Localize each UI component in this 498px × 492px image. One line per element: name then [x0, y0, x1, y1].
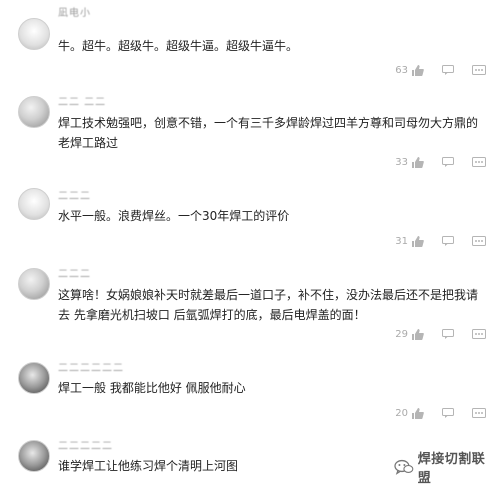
- comment-text: 焊工技术勉强吧，创意不错，一个有三千多焊龄焊过四羊方尊和司母勿大方鼎的老焊工路过: [58, 116, 479, 150]
- more-icon[interactable]: [472, 408, 486, 418]
- more-icon[interactable]: [472, 157, 486, 167]
- avatar[interactable]: [18, 18, 50, 50]
- comment-icon[interactable]: [442, 329, 454, 339]
- username[interactable]: 二二二二二: [58, 437, 113, 452]
- thumbs-up-icon[interactable]: [411, 407, 424, 419]
- avatar[interactable]: [18, 268, 50, 300]
- thumbs-up-icon[interactable]: [411, 328, 424, 340]
- like-count: 33: [395, 156, 408, 168]
- like-count: 29: [395, 328, 408, 340]
- comment-text: 水平一般。浪费焊丝。一个30年焊工的评价: [58, 209, 290, 223]
- avatar[interactable]: [18, 440, 50, 472]
- comment-actions: 20: [388, 405, 486, 421]
- like-count: 63: [395, 64, 408, 76]
- username[interactable]: 凪电小: [58, 4, 91, 19]
- comment-text: 焊工一般 我都能比他好 佩服他耐心: [58, 381, 246, 395]
- comment-icon[interactable]: [442, 65, 454, 75]
- watermark-text: 焊接切割联盟: [417, 452, 486, 486]
- avatar[interactable]: [18, 362, 50, 394]
- thumbs-up-icon[interactable]: [411, 64, 424, 76]
- comment-actions: 33: [388, 154, 486, 170]
- more-icon[interactable]: [472, 329, 486, 339]
- comment-text: 牛。超牛。超级牛。超级牛逼。超级牛逼牛。: [58, 39, 299, 53]
- wechat-icon: [394, 459, 414, 475]
- comment-icon[interactable]: [442, 236, 454, 246]
- username[interactable]: 二二二: [58, 265, 91, 280]
- comment-icon[interactable]: [442, 157, 454, 167]
- username[interactable]: 二二 二二: [58, 93, 106, 108]
- more-icon[interactable]: [472, 236, 486, 246]
- watermark: 焊接切割联盟: [394, 448, 498, 486]
- thumbs-up-icon[interactable]: [411, 156, 424, 168]
- comment-actions: 31: [388, 233, 486, 249]
- like-count: 31: [395, 235, 408, 247]
- more-icon[interactable]: [472, 65, 486, 75]
- avatar[interactable]: [18, 96, 50, 128]
- username[interactable]: 二二二二二二: [58, 359, 124, 374]
- thumbs-up-icon[interactable]: [411, 235, 424, 247]
- avatar[interactable]: [18, 188, 50, 220]
- username[interactable]: 二二二: [58, 187, 91, 202]
- comment-text: 这算啥！女娲娘娘补天时就差最后一道口子，补不住，没办法最后还不是把我请去 先拿磨…: [58, 288, 479, 322]
- comment-actions: 63: [388, 62, 486, 78]
- like-count: 20: [395, 407, 408, 419]
- comment-actions: 29: [388, 326, 486, 342]
- comment-icon[interactable]: [442, 408, 454, 418]
